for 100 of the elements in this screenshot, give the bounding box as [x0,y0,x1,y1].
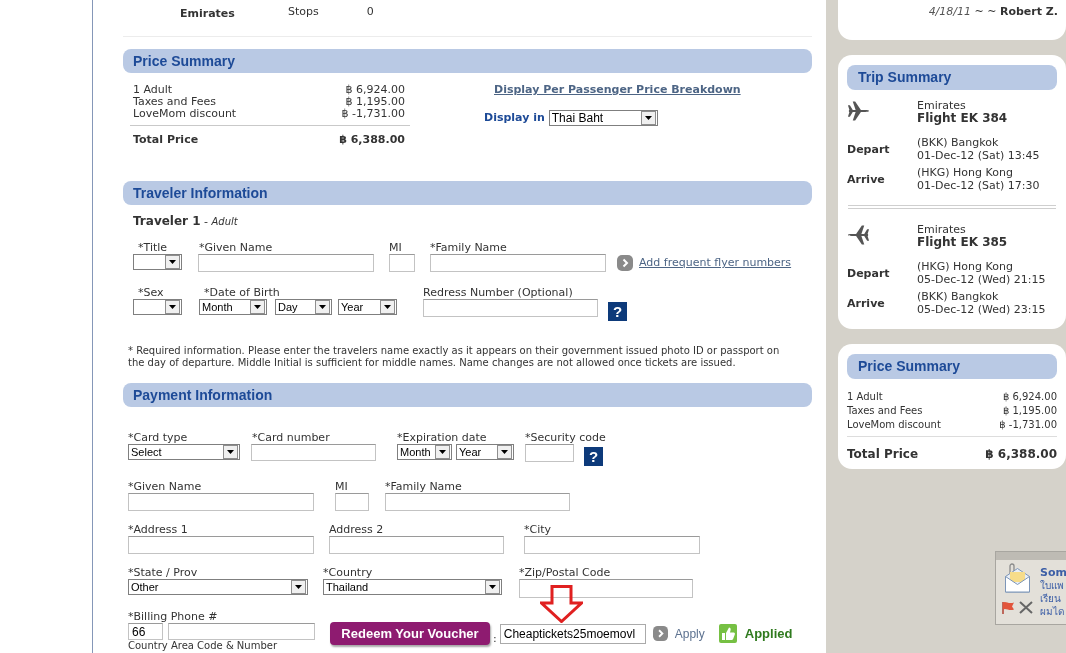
text-field[interactable] [423,299,598,317]
down-arrow-annotation [540,585,583,623]
dropdown[interactable]: Select [128,444,240,460]
text-field[interactable] [168,623,315,640]
text-field[interactable] [128,536,314,554]
airline-name: Emirates [917,99,966,112]
field-label: *Address 1 [128,524,188,536]
text-field[interactable] [335,493,369,511]
dropdown[interactable]: Month [199,299,267,315]
text-field[interactable] [430,254,606,272]
price-amount: ฿ 6,924.00 [345,84,405,96]
dropdown[interactable]: Thai Baht [548,110,658,126]
total-price-label: Total Price [133,134,199,146]
field-label: MI [335,481,348,493]
section-header: Trip Summary [847,65,1057,90]
field-label: *Given Name [198,242,273,254]
dropdown[interactable]: Thailand [323,579,502,595]
stops-label: Stops [288,6,319,18]
section-header: Price Summary [123,49,812,73]
flight-number: Flight EK 385 [917,236,1008,249]
section-header: Traveler Information [123,181,812,205]
dropdown[interactable]: Other [128,579,308,595]
flight-number: Flight EK 384 [917,112,1008,125]
airline-name: Emirates [917,223,966,236]
redeem-voucher-button[interactable]: Redeem Your Voucher [330,622,490,645]
field-label: *Date of Birth [203,287,280,299]
text-field[interactable] [385,493,570,511]
field-label: *State / Prov [128,567,198,579]
leg-label: Depart [847,143,890,156]
stops-value: 0 [366,6,374,18]
airline-name: Emirates [180,8,235,20]
price-label: 1 Adult [847,390,883,404]
field-label: *Billing Phone # [128,611,218,623]
text-field[interactable] [251,444,376,461]
text-field[interactable] [519,579,693,598]
thumbs-up-icon [718,624,737,643]
field-label: *Title [137,242,168,254]
section-header: Price Summary [847,354,1057,379]
field-label: *City [524,524,552,536]
section-header: Payment Information [123,383,812,407]
dropdown[interactable]: Month [397,444,452,460]
price-amount: ฿ -1,731.00 [999,418,1057,432]
airport-name: (BKK) Bangkok [917,136,999,149]
field-label: *Security code [525,432,606,444]
field-label: *Country [323,567,373,579]
dropdown[interactable]: Year [338,299,397,315]
airport-name: (BKK) Bangkok [917,290,999,303]
help-button[interactable]: ? [584,447,603,466]
flight-time: 01-Dec-12 (Sat) 17:30 [917,179,1040,192]
field-label: *Sex [137,287,164,299]
price-label: Taxes and Fees [847,404,923,418]
frequent-flyer-link[interactable]: Add frequent flyer numbers [639,257,792,269]
field-label: Redress Number (Optional) [423,287,573,299]
dropdown[interactable] [133,254,182,270]
field-label: *Family Name [385,481,462,493]
total-price-label: Total Price [847,447,919,461]
airplane-icon [847,100,870,122]
price-label: 1 Adult [133,84,173,96]
flight-time: 01-Dec-12 (Sat) 13:45 [917,149,1040,162]
text-field[interactable]: 66 [128,623,163,640]
text-field[interactable] [329,536,504,554]
chevron-right-icon[interactable] [617,255,633,271]
price-breakdown-link[interactable]: Display Per Passenger Price Breakdown [494,84,741,96]
flag-icon[interactable] [1001,601,1015,614]
envelope-icon [1004,563,1031,593]
field-label: *Card type [128,432,188,444]
close-icon[interactable] [1019,601,1033,614]
total-price-amount: ฿ 6,388.00 [985,447,1057,461]
price-amount: ฿ 6,924.00 [1002,390,1057,404]
voucher-code-field[interactable]: Cheaptickets25moemovl [499,623,646,644]
chevron-right-icon[interactable] [652,626,668,641]
dropdown[interactable]: Day [275,299,332,315]
text-field[interactable] [198,254,374,272]
price-amount: ฿ 1,195.00 [1002,404,1057,418]
airplane-icon [847,224,870,246]
field-label: Address 2 [329,524,384,536]
flight-time: 05-Dec-12 (Wed) 23:15 [917,303,1046,316]
phone-format-hint: Country Area Code & Number [128,641,278,651]
required-info-note: * Required information. Please enter the travelers name exactly as it appears on their government issued photo ID or passport on the day of departure. Middle Initial is sufficient for middle names. Name changes are not allowed once tickets are issued. [128,345,781,369]
leg-label: Arrive [847,297,885,310]
text-field[interactable] [389,254,415,272]
price-label: LoveMom discount [133,108,237,120]
field-label: MI [389,242,402,254]
text-field[interactable] [128,493,314,511]
help-button[interactable]: ? [608,302,627,321]
price-label: Taxes and Fees [133,96,216,108]
apply-link[interactable]: Apply [674,626,705,641]
field-label: *Card number [251,432,330,444]
field-label: *Family Name [430,242,507,254]
display-currency-label: Display in [484,112,545,124]
airport-name: (HKG) Hong Kong [917,260,1013,273]
message-preview: ใบแพ [1040,579,1064,592]
dropdown[interactable] [133,299,182,315]
dropdown[interactable]: Year [456,444,514,460]
text-field[interactable] [525,444,574,462]
field-label: *Zip/Postal Code [519,567,611,579]
text-field[interactable] [524,536,700,554]
field-label: *Given Name [128,481,202,493]
leg-label: Arrive [847,173,885,186]
review-signature: 4/18/11 ~ ~ Robert Z. [928,5,1058,18]
